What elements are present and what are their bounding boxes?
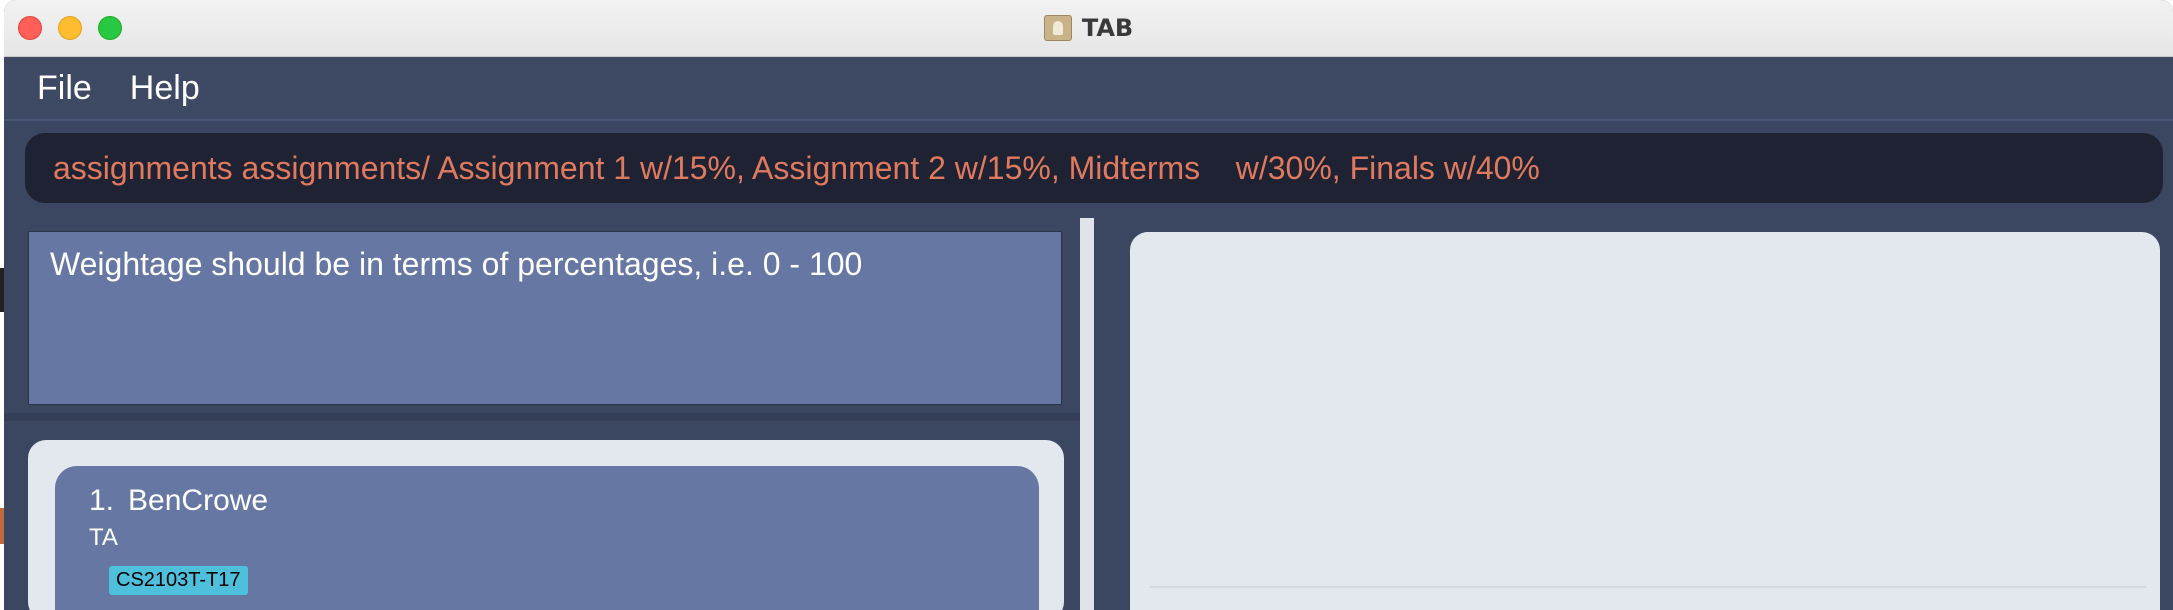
menu-bar: File Help: [4, 57, 2173, 121]
app-window: TAB File Help Weightage should be in ter…: [4, 0, 2173, 610]
divider: [4, 413, 1080, 421]
result-display: Weightage should be in terms of percenta…: [28, 231, 1062, 405]
person-name-row: 1. BenCrowe: [89, 484, 1005, 518]
detail-panel: [1130, 232, 2160, 610]
menu-help[interactable]: Help: [130, 69, 200, 108]
person-name: BenCrowe: [128, 484, 269, 517]
command-box[interactable]: [25, 133, 2163, 203]
command-input[interactable]: [51, 148, 2163, 188]
panel-splitter[interactable]: [1080, 218, 1094, 610]
person-tag: CS2103T-T17: [109, 566, 248, 595]
window-title: TAB: [1081, 14, 1134, 42]
result-message: Weightage should be in terms of percenta…: [50, 246, 863, 282]
address-book-icon: [1043, 15, 1072, 41]
person-role: TA: [89, 524, 118, 551]
detail-panel-scrollbar[interactable]: [1150, 586, 2146, 588]
menu-file[interactable]: File: [37, 69, 92, 108]
title-bar: TAB: [4, 0, 2173, 57]
person-card[interactable]: 1. BenCrowe TA CS2103T-T17: [55, 466, 1039, 610]
person-index: 1.: [89, 484, 115, 517]
